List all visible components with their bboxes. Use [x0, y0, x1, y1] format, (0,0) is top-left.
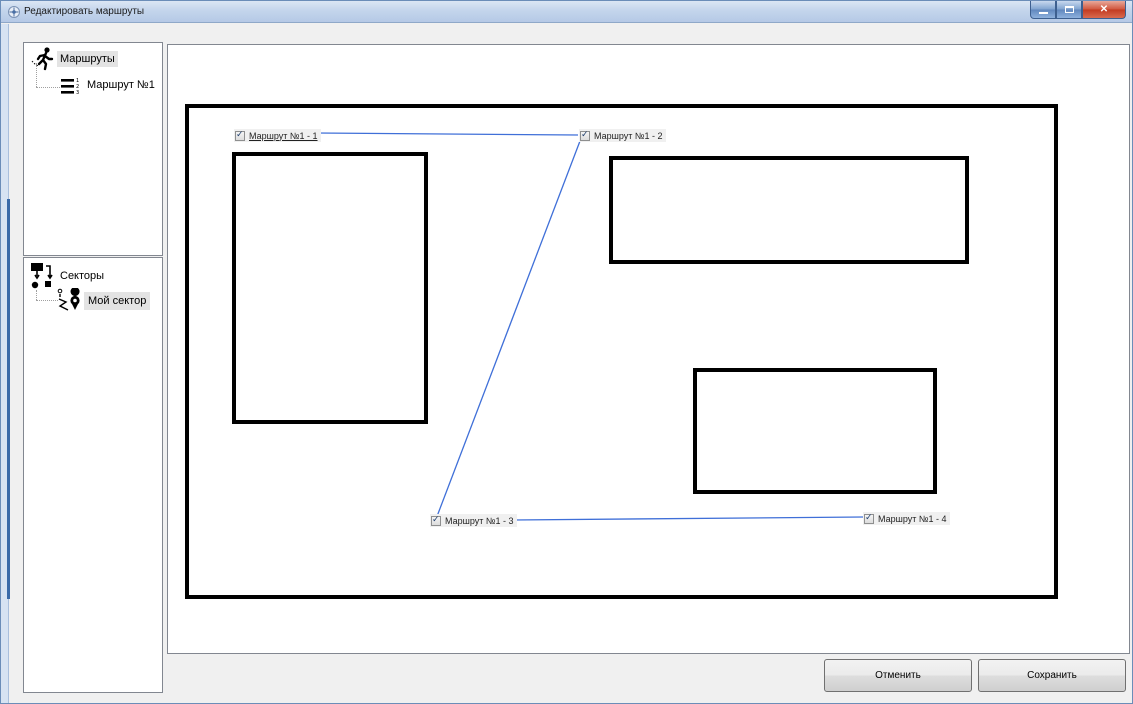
route-point-2-label: Маршрут №1 - 2	[594, 130, 663, 141]
maximize-button[interactable]	[1056, 1, 1082, 19]
route-point-4[interactable]: Маршрут №1 - 4	[863, 512, 950, 525]
route-point-1-checkbox[interactable]	[235, 130, 245, 141]
route-point-4-label: Маршрут №1 - 4	[878, 513, 947, 524]
routes-root-label[interactable]: Маршруты	[57, 51, 118, 67]
route-point-2-checkbox[interactable]	[580, 130, 590, 141]
minimize-button[interactable]	[1030, 1, 1056, 19]
route-point-4-checkbox[interactable]	[864, 513, 874, 524]
window-left-edge	[1, 24, 10, 703]
route-segment-3-4	[512, 516, 864, 521]
route-segment-2-3	[435, 140, 581, 520]
cancel-button[interactable]: Отменить	[824, 659, 972, 692]
tree-item-route-1[interactable]: Маршрут №1	[84, 77, 158, 93]
route-segment-1-2	[315, 132, 579, 136]
edit-routes-window: Редактировать маршруты ✕ Маршруты 1 2 3 …	[0, 0, 1133, 704]
route-point-3-label: Маршрут №1 - 3	[445, 515, 514, 526]
close-icon: ✕	[1099, 4, 1109, 15]
close-button[interactable]: ✕	[1082, 1, 1126, 19]
title-bar[interactable]: Редактировать маршруты ✕	[1, 1, 1132, 23]
obstacle-left	[232, 152, 428, 424]
numbered-list-icon: 1 2 3	[61, 78, 79, 96]
minimize-icon	[1038, 11, 1048, 14]
map-pin-path-icon	[57, 288, 80, 311]
save-button[interactable]: Сохранить	[978, 659, 1126, 692]
route-point-3[interactable]: Маршрут №1 - 3	[430, 514, 517, 527]
caption-buttons: ✕	[1030, 1, 1126, 19]
route-point-2[interactable]: Маршрут №1 - 2	[579, 129, 666, 142]
sectors-root-label[interactable]: Секторы	[57, 268, 107, 284]
window-title: Редактировать маршруты	[24, 6, 145, 17]
walking-person-icon	[31, 47, 54, 71]
routes-tree-panel[interactable]: Маршруты 1 2 3 Маршрут №1	[23, 42, 163, 256]
obstacle-bottom-right	[693, 368, 937, 494]
hierarchy-icon	[31, 263, 53, 289]
route-point-3-checkbox[interactable]	[431, 515, 441, 526]
sectors-tree-panel[interactable]: Секторы Мой сектор	[23, 257, 163, 693]
tree-item-my-sector[interactable]: Мой сектор	[84, 292, 151, 310]
svg-text:3: 3	[76, 90, 79, 96]
map-canvas[interactable]: Маршрут №1 - 1 Маршрут №1 - 2 Маршрут №1…	[167, 44, 1130, 654]
obstacle-top-right	[609, 156, 969, 264]
route-point-1[interactable]: Маршрут №1 - 1	[234, 129, 321, 142]
route-point-1-label: Маршрут №1 - 1	[249, 130, 318, 141]
maximize-icon	[1064, 6, 1074, 13]
route-app-icon	[8, 6, 20, 18]
